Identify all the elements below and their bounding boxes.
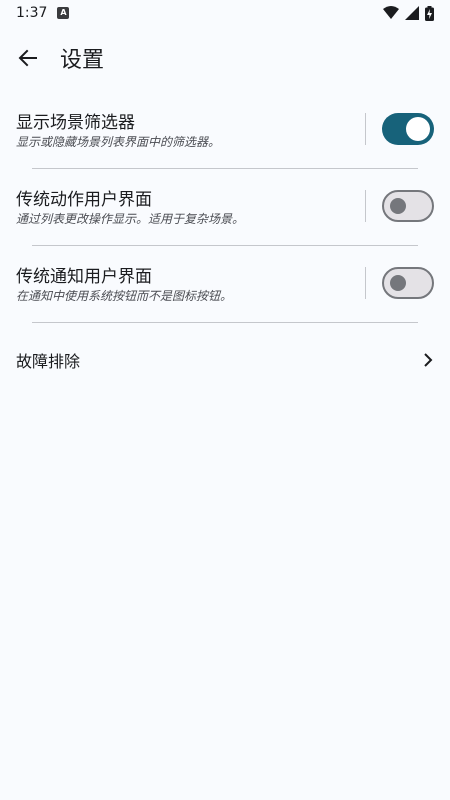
legacy-action-ui-toggle[interactable] — [382, 190, 434, 222]
toggle-thumb — [390, 275, 406, 291]
setting-legacy-action-ui[interactable]: 传统动作用户界面 通过列表更改操作显示。适用于复杂场景。 — [0, 185, 450, 245]
scene-filter-toggle[interactable] — [382, 113, 434, 145]
setting-description: 在通知中使用系统按钮而不是图标按钮。 — [16, 289, 233, 303]
divider — [32, 322, 418, 323]
vertical-divider — [365, 113, 366, 145]
setting-legacy-notification-ui[interactable]: 传统通知用户界面 在通知中使用系统按钮而不是图标按钮。 — [0, 262, 450, 322]
setting-title: 传统通知用户界面 — [16, 267, 152, 287]
wifi-icon — [383, 6, 399, 19]
vertical-divider — [365, 190, 366, 222]
troubleshooting-label: 故障排除 — [16, 352, 81, 371]
setting-title: 传统动作用户界面 — [16, 190, 152, 210]
divider — [32, 168, 418, 169]
setting-description: 显示或隐藏场景列表界面中的筛选器。 — [16, 135, 221, 149]
troubleshooting-item[interactable]: 故障排除 — [0, 338, 450, 382]
divider — [32, 245, 418, 246]
top-app-bar: 设置 — [0, 30, 450, 86]
legacy-notification-ui-toggle[interactable] — [382, 267, 434, 299]
signal-icon — [405, 6, 419, 20]
setting-description: 通过列表更改操作显示。适用于复杂场景。 — [16, 212, 245, 226]
status-bar: 1:37 A — [0, 0, 450, 26]
vertical-divider — [365, 267, 366, 299]
page-title: 设置 — [60, 48, 105, 73]
battery-charging-icon — [425, 5, 434, 21]
setting-title: 显示场景筛选器 — [16, 113, 135, 133]
status-time: 1:37 — [16, 5, 48, 21]
setting-show-scene-filter[interactable]: 显示场景筛选器 显示或隐藏场景列表界面中的筛选器。 — [0, 108, 450, 168]
toggle-thumb — [390, 198, 406, 214]
chevron-right-icon — [424, 353, 433, 367]
arrow-back-icon — [18, 49, 37, 67]
a-notification-icon: A — [57, 7, 70, 19]
back-button[interactable] — [8, 38, 48, 78]
toggle-thumb — [406, 117, 430, 141]
